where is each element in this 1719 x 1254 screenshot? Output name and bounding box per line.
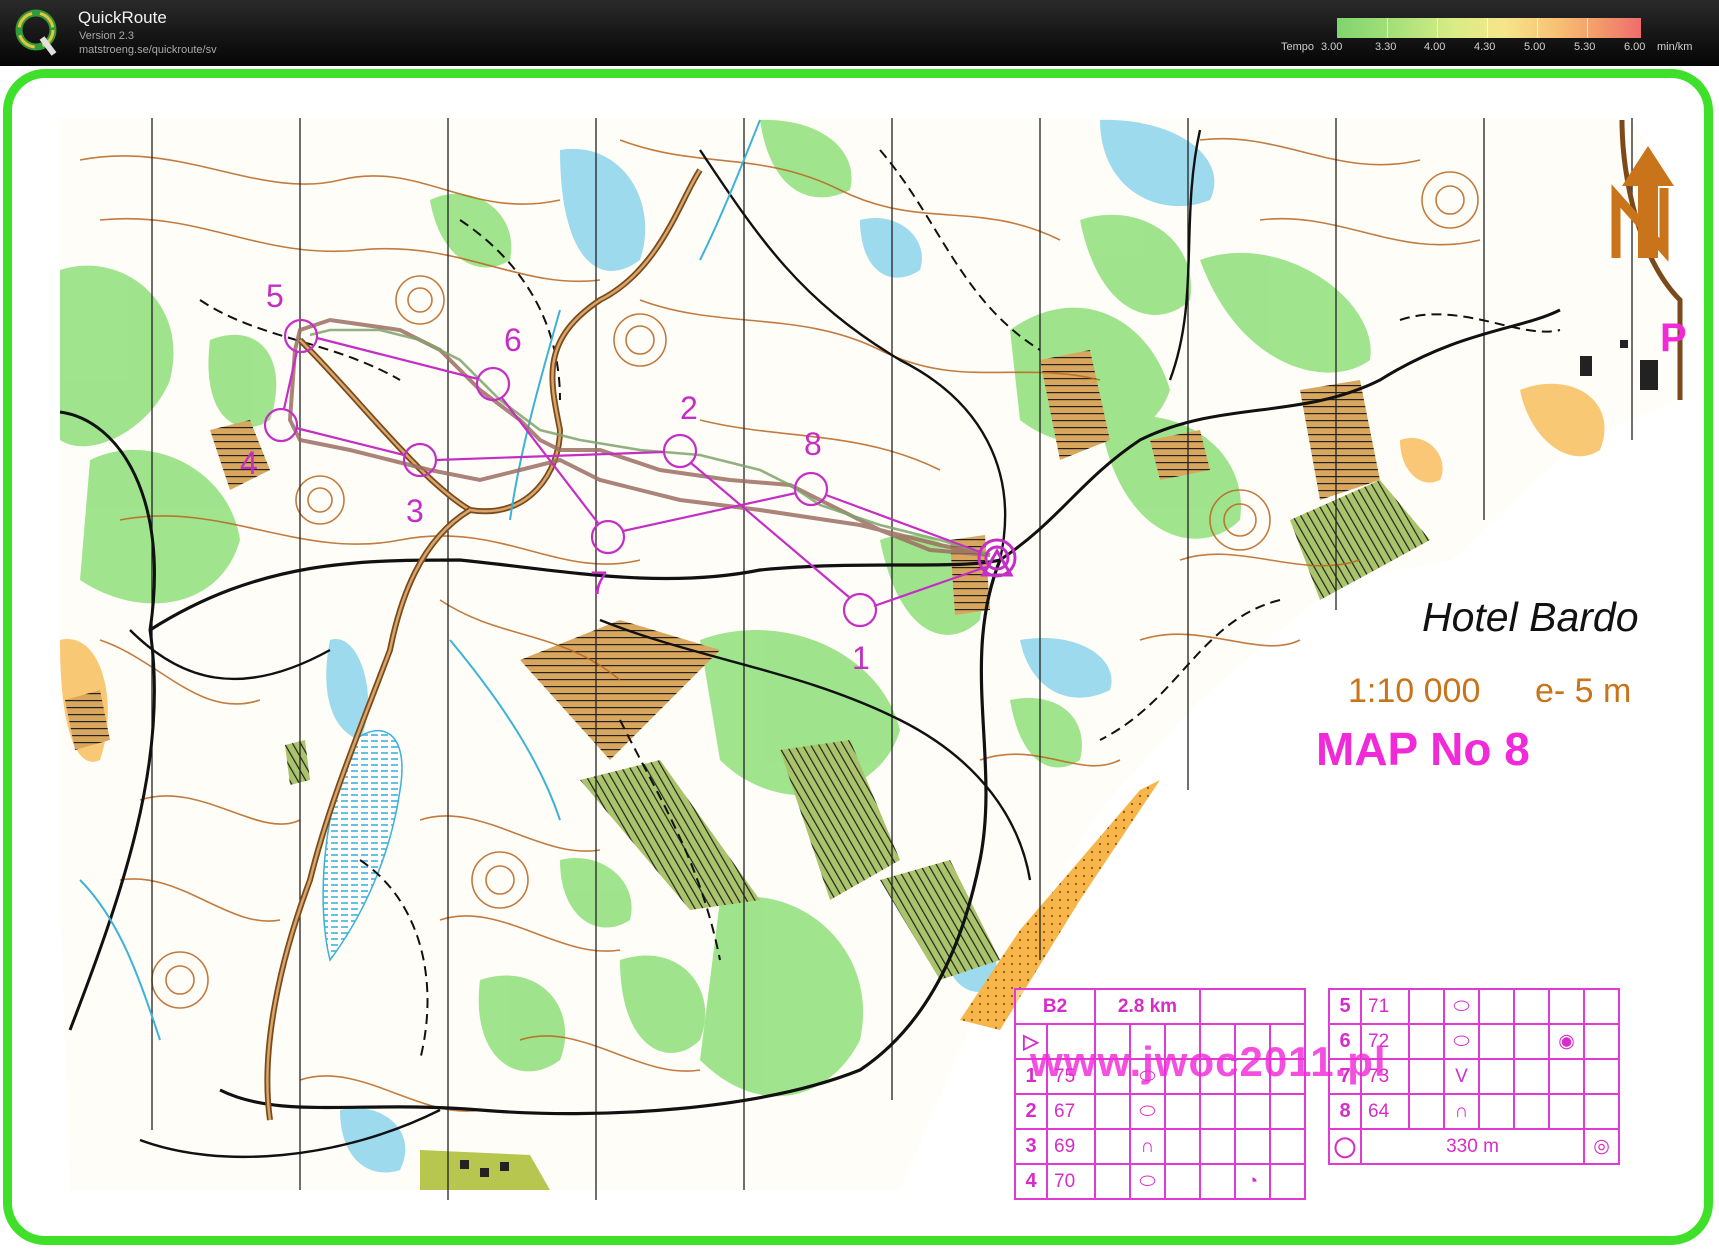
parking-symbol: P xyxy=(1660,316,1687,360)
contour-interval: e- 5 m xyxy=(1535,672,1632,710)
control-code: 70 xyxy=(1046,1163,1096,1200)
position-icon: ◉ xyxy=(1548,1023,1585,1060)
control-seq: 8 xyxy=(1328,1093,1362,1130)
control-seq: 2 xyxy=(1014,1093,1048,1130)
control-number: 6 xyxy=(504,322,522,358)
control-number: 4 xyxy=(240,445,258,481)
reentrant-icon: V xyxy=(1443,1058,1480,1095)
control-code: 71 xyxy=(1360,988,1410,1025)
knoll-icon: ⬭ xyxy=(1129,1163,1166,1200)
last-control-icon: ◯ xyxy=(1328,1128,1362,1165)
table-row: 5 71 ⬭ xyxy=(1328,988,1620,1025)
control-code: 64 xyxy=(1360,1093,1410,1130)
position-icon: ◔ xyxy=(1234,1163,1271,1200)
knoll-icon: ⬭ xyxy=(1443,988,1480,1025)
control-seq: 5 xyxy=(1328,988,1362,1025)
course-length: 2.8 km xyxy=(1094,988,1201,1025)
table-row: 3 69 ∩ xyxy=(1014,1128,1306,1165)
finish-icon: ◎ xyxy=(1583,1128,1620,1165)
control-number: 8 xyxy=(804,426,822,462)
watermark-url: www.jwoc2011.pl xyxy=(1030,1038,1387,1085)
control-number: 7 xyxy=(590,565,608,601)
table-row: 4 70 ⬭ ◔ xyxy=(1014,1163,1306,1200)
spur-icon: ∩ xyxy=(1443,1093,1480,1130)
control-description-table-left: B2 2.8 km ▷ 1 75 ⬭ 2 67 ⬭ 3 69 ∩ 4 70 ⬭ … xyxy=(1014,988,1306,1200)
control-number: 2 xyxy=(680,390,698,426)
control-seq: 4 xyxy=(1014,1163,1048,1200)
control-number: 5 xyxy=(266,278,284,314)
control-number: 1 xyxy=(852,640,870,676)
table-row: 2 67 ⬭ xyxy=(1014,1093,1306,1130)
control-seq: 3 xyxy=(1014,1128,1048,1165)
course-class: B2 xyxy=(1014,988,1096,1025)
table-row: 8 64 ∩ xyxy=(1328,1093,1620,1130)
control-code: 69 xyxy=(1046,1128,1096,1165)
map-number: MAP No 8 xyxy=(1316,723,1530,775)
control-number: 3 xyxy=(406,493,424,529)
map-scale: 1:10 000 xyxy=(1348,672,1481,710)
place-name: Hotel Bardo xyxy=(1422,594,1639,640)
finish-distance: 330 m xyxy=(1360,1128,1585,1165)
knoll-icon: ⬭ xyxy=(1129,1093,1166,1130)
control-code: 67 xyxy=(1046,1093,1096,1130)
spur-icon: ∩ xyxy=(1129,1128,1166,1165)
knoll-icon: ⬭ xyxy=(1443,1023,1480,1060)
